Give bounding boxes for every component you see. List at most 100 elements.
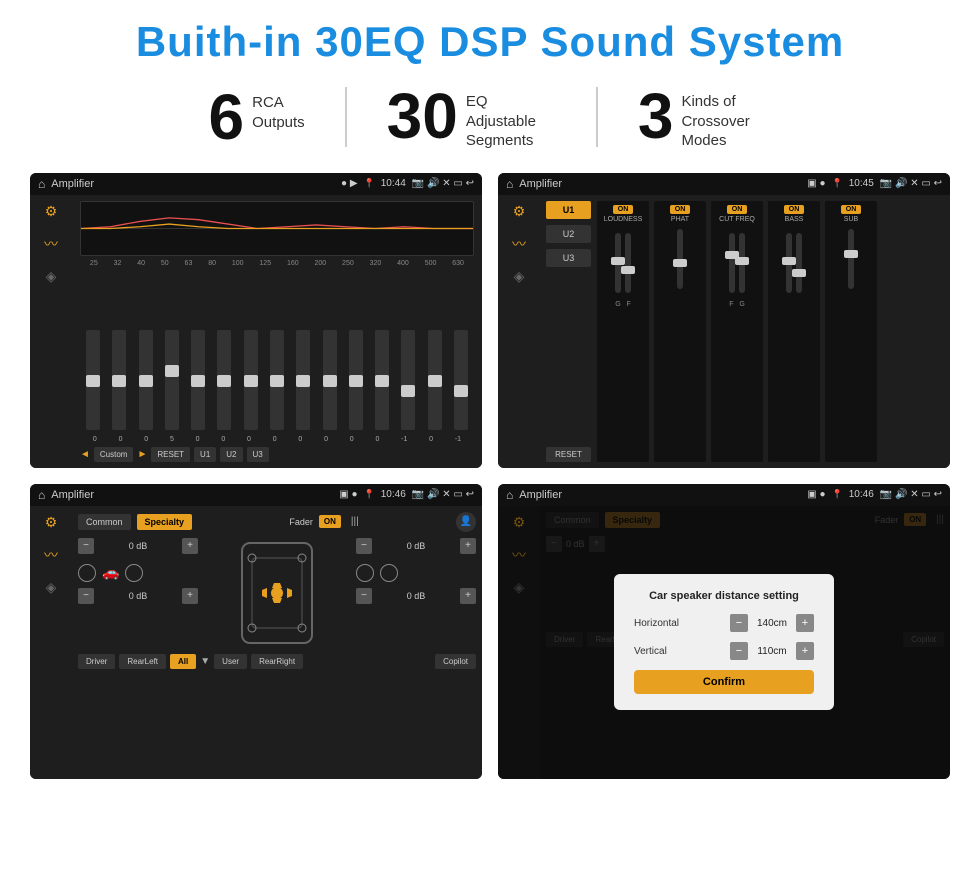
loudness-slider-1[interactable] <box>615 233 621 293</box>
fader-plus-4[interactable]: + <box>460 588 476 604</box>
fader-body: ⚙ 〰 ◈ Common Specialty Fader ON ||| 👤 <box>30 506 482 779</box>
vertical-plus-btn[interactable]: + <box>796 642 814 660</box>
dsp-reset-btn[interactable]: RESET <box>546 447 591 462</box>
eq-slider-12[interactable] <box>401 330 415 430</box>
stats-row: 6 RCA Outputs 30 EQ Adjustable Segments … <box>30 84 950 151</box>
loudness-toggle[interactable]: ON <box>613 205 634 214</box>
fader-down-arrow[interactable]: ▼ <box>200 656 210 667</box>
fader-minus-3[interactable]: − <box>356 538 372 554</box>
phat-slider[interactable] <box>677 229 683 289</box>
eq-reset-btn[interactable]: RESET <box>151 447 190 462</box>
eq-bottom-bar: ◄ Custom ► RESET U1 U2 U3 <box>80 447 474 462</box>
dsp-sidebar-icon1[interactable]: ⚙ <box>513 203 526 220</box>
eq-slider-14[interactable] <box>454 330 468 430</box>
eq-u1-btn[interactable]: U1 <box>194 447 216 462</box>
fader-specialty-tab[interactable]: Specialty <box>137 514 193 530</box>
sub-slider[interactable] <box>848 229 854 289</box>
vertical-minus-btn[interactable]: − <box>730 642 748 660</box>
eq-slider-4[interactable] <box>191 330 205 430</box>
dsp-sidebar-icon3[interactable]: ◈ <box>514 268 525 285</box>
dialog-box: Car speaker distance setting Horizontal … <box>614 574 834 710</box>
fader-label: Fader <box>289 517 313 527</box>
home-icon-dsp[interactable]: ⌂ <box>506 177 513 191</box>
fader-minus-1[interactable]: − <box>78 538 94 554</box>
dsp-sidebar: ⚙ 〰 ◈ <box>498 195 540 468</box>
bass-slider-1[interactable] <box>786 233 792 293</box>
eq-sidebar-icon1[interactable]: ⚙ <box>45 203 58 220</box>
eq-slider-10[interactable] <box>349 330 363 430</box>
horizontal-minus-btn[interactable]: − <box>730 614 748 632</box>
fader-sidebar-icon2[interactable]: 〰 <box>44 545 58 565</box>
eq-prev-arrow[interactable]: ◄ <box>80 449 90 460</box>
home-icon-fader[interactable]: ⌂ <box>38 488 45 502</box>
horizontal-plus-btn[interactable]: + <box>796 614 814 632</box>
location-icon-fader: 📍 <box>364 489 375 500</box>
fader-rearright-btn[interactable]: RearRight <box>251 654 303 669</box>
bass-toggle[interactable]: ON <box>784 205 805 214</box>
dsp-main-content: U1 U2 U3 RESET ON LOUDNESS <box>540 195 950 468</box>
screen-dsp: ⌂ Amplifier ▣ ● 📍 10:45 📷 🔊 ✕ ▭ ↩ ⚙ 〰 ◈ … <box>498 173 950 468</box>
fader-common-tab[interactable]: Common <box>78 514 131 530</box>
fader-settings-icon[interactable]: 👤 <box>456 512 476 532</box>
fader-sidebar-icon1[interactable]: ⚙ <box>45 514 58 531</box>
topbar-fader-time: 10:46 <box>381 489 406 500</box>
eq-slider-0[interactable] <box>86 330 100 430</box>
home-icon[interactable]: ⌂ <box>38 177 45 191</box>
eq-slider-2[interactable] <box>139 330 153 430</box>
dsp-sidebar-icon2[interactable]: 〰 <box>512 234 526 254</box>
dsp-u2-btn[interactable]: U2 <box>546 225 591 243</box>
eq-slider-6[interactable] <box>244 330 258 430</box>
eq-main-content: 25 32 40 50 63 80 100 125 160 200 250 32… <box>72 195 482 468</box>
confirm-button[interactable]: Confirm <box>634 670 814 694</box>
eq-sliders <box>80 271 474 432</box>
fader-sidebar-icon3[interactable]: ◈ <box>46 579 57 596</box>
topbar-dialog-time: 10:46 <box>849 489 874 500</box>
topbar-eq: ⌂ Amplifier ● ▶ 📍 10:44 📷 🔊 ✕ ▭ ↩ <box>30 173 482 195</box>
phat-toggle[interactable]: ON <box>670 205 691 214</box>
eq-slider-11[interactable] <box>375 330 389 430</box>
fader-toggle[interactable]: ON <box>319 515 341 528</box>
stat-eq-number: 30 <box>387 84 458 148</box>
eq-slider-9[interactable] <box>323 330 337 430</box>
topbar-dialog: ⌂ Amplifier ▣ ● 📍 10:46 📷 🔊 ✕ ▭ ↩ <box>498 484 950 506</box>
fader-tab-row: Common Specialty Fader ON ||| 👤 <box>78 512 476 532</box>
fader-sidebar: ⚙ 〰 ◈ <box>30 506 72 779</box>
fader-user-btn[interactable]: User <box>214 654 247 669</box>
eq-sidebar-icon2[interactable]: 〰 <box>44 234 58 254</box>
eq-sidebar-icon3[interactable]: ◈ <box>46 268 57 285</box>
eq-slider-8[interactable] <box>296 330 310 430</box>
fader-left: − 0 dB + 🚗 − 0 dB <box>78 538 198 648</box>
dsp-u1-btn[interactable]: U1 <box>546 201 591 219</box>
eq-next-arrow[interactable]: ► <box>137 449 147 460</box>
speaker-icon-fl <box>78 564 96 582</box>
speaker-icon-rl <box>125 564 143 582</box>
fader-copilot-btn[interactable]: Copilot <box>435 654 476 669</box>
dsp-u3-btn[interactable]: U3 <box>546 249 591 267</box>
bass-slider-2[interactable] <box>796 233 802 293</box>
eq-slider-3[interactable] <box>165 330 179 430</box>
eq-u2-btn[interactable]: U2 <box>220 447 242 462</box>
fader-plus-2[interactable]: + <box>182 588 198 604</box>
eq-slider-5[interactable] <box>217 330 231 430</box>
eq-slider-7[interactable] <box>270 330 284 430</box>
horizontal-label: Horizontal <box>634 618 679 629</box>
topbar-eq-time: 10:44 <box>381 178 406 189</box>
fader-plus-3[interactable]: + <box>460 538 476 554</box>
eq-slider-13[interactable] <box>428 330 442 430</box>
cutfreq-slider-2[interactable] <box>739 233 745 293</box>
eq-custom-btn[interactable]: Custom <box>94 447 134 462</box>
home-icon-dialog[interactable]: ⌂ <box>506 488 513 502</box>
dsp-phat: ON PHAT <box>654 201 706 462</box>
loudness-slider-2[interactable] <box>625 233 631 293</box>
fader-plus-1[interactable]: + <box>182 538 198 554</box>
fader-minus-2[interactable]: − <box>78 588 94 604</box>
fader-all-btn[interactable]: All <box>170 654 196 669</box>
eq-slider-1[interactable] <box>112 330 126 430</box>
eq-u3-btn[interactable]: U3 <box>247 447 269 462</box>
fader-minus-4[interactable]: − <box>356 588 372 604</box>
fader-rearleft-btn[interactable]: RearLeft <box>119 654 166 669</box>
cutfreq-toggle[interactable]: ON <box>727 205 748 214</box>
fader-driver-btn[interactable]: Driver <box>78 654 115 669</box>
location-icon-dsp: 📍 <box>832 178 843 189</box>
sub-toggle[interactable]: ON <box>841 205 862 214</box>
